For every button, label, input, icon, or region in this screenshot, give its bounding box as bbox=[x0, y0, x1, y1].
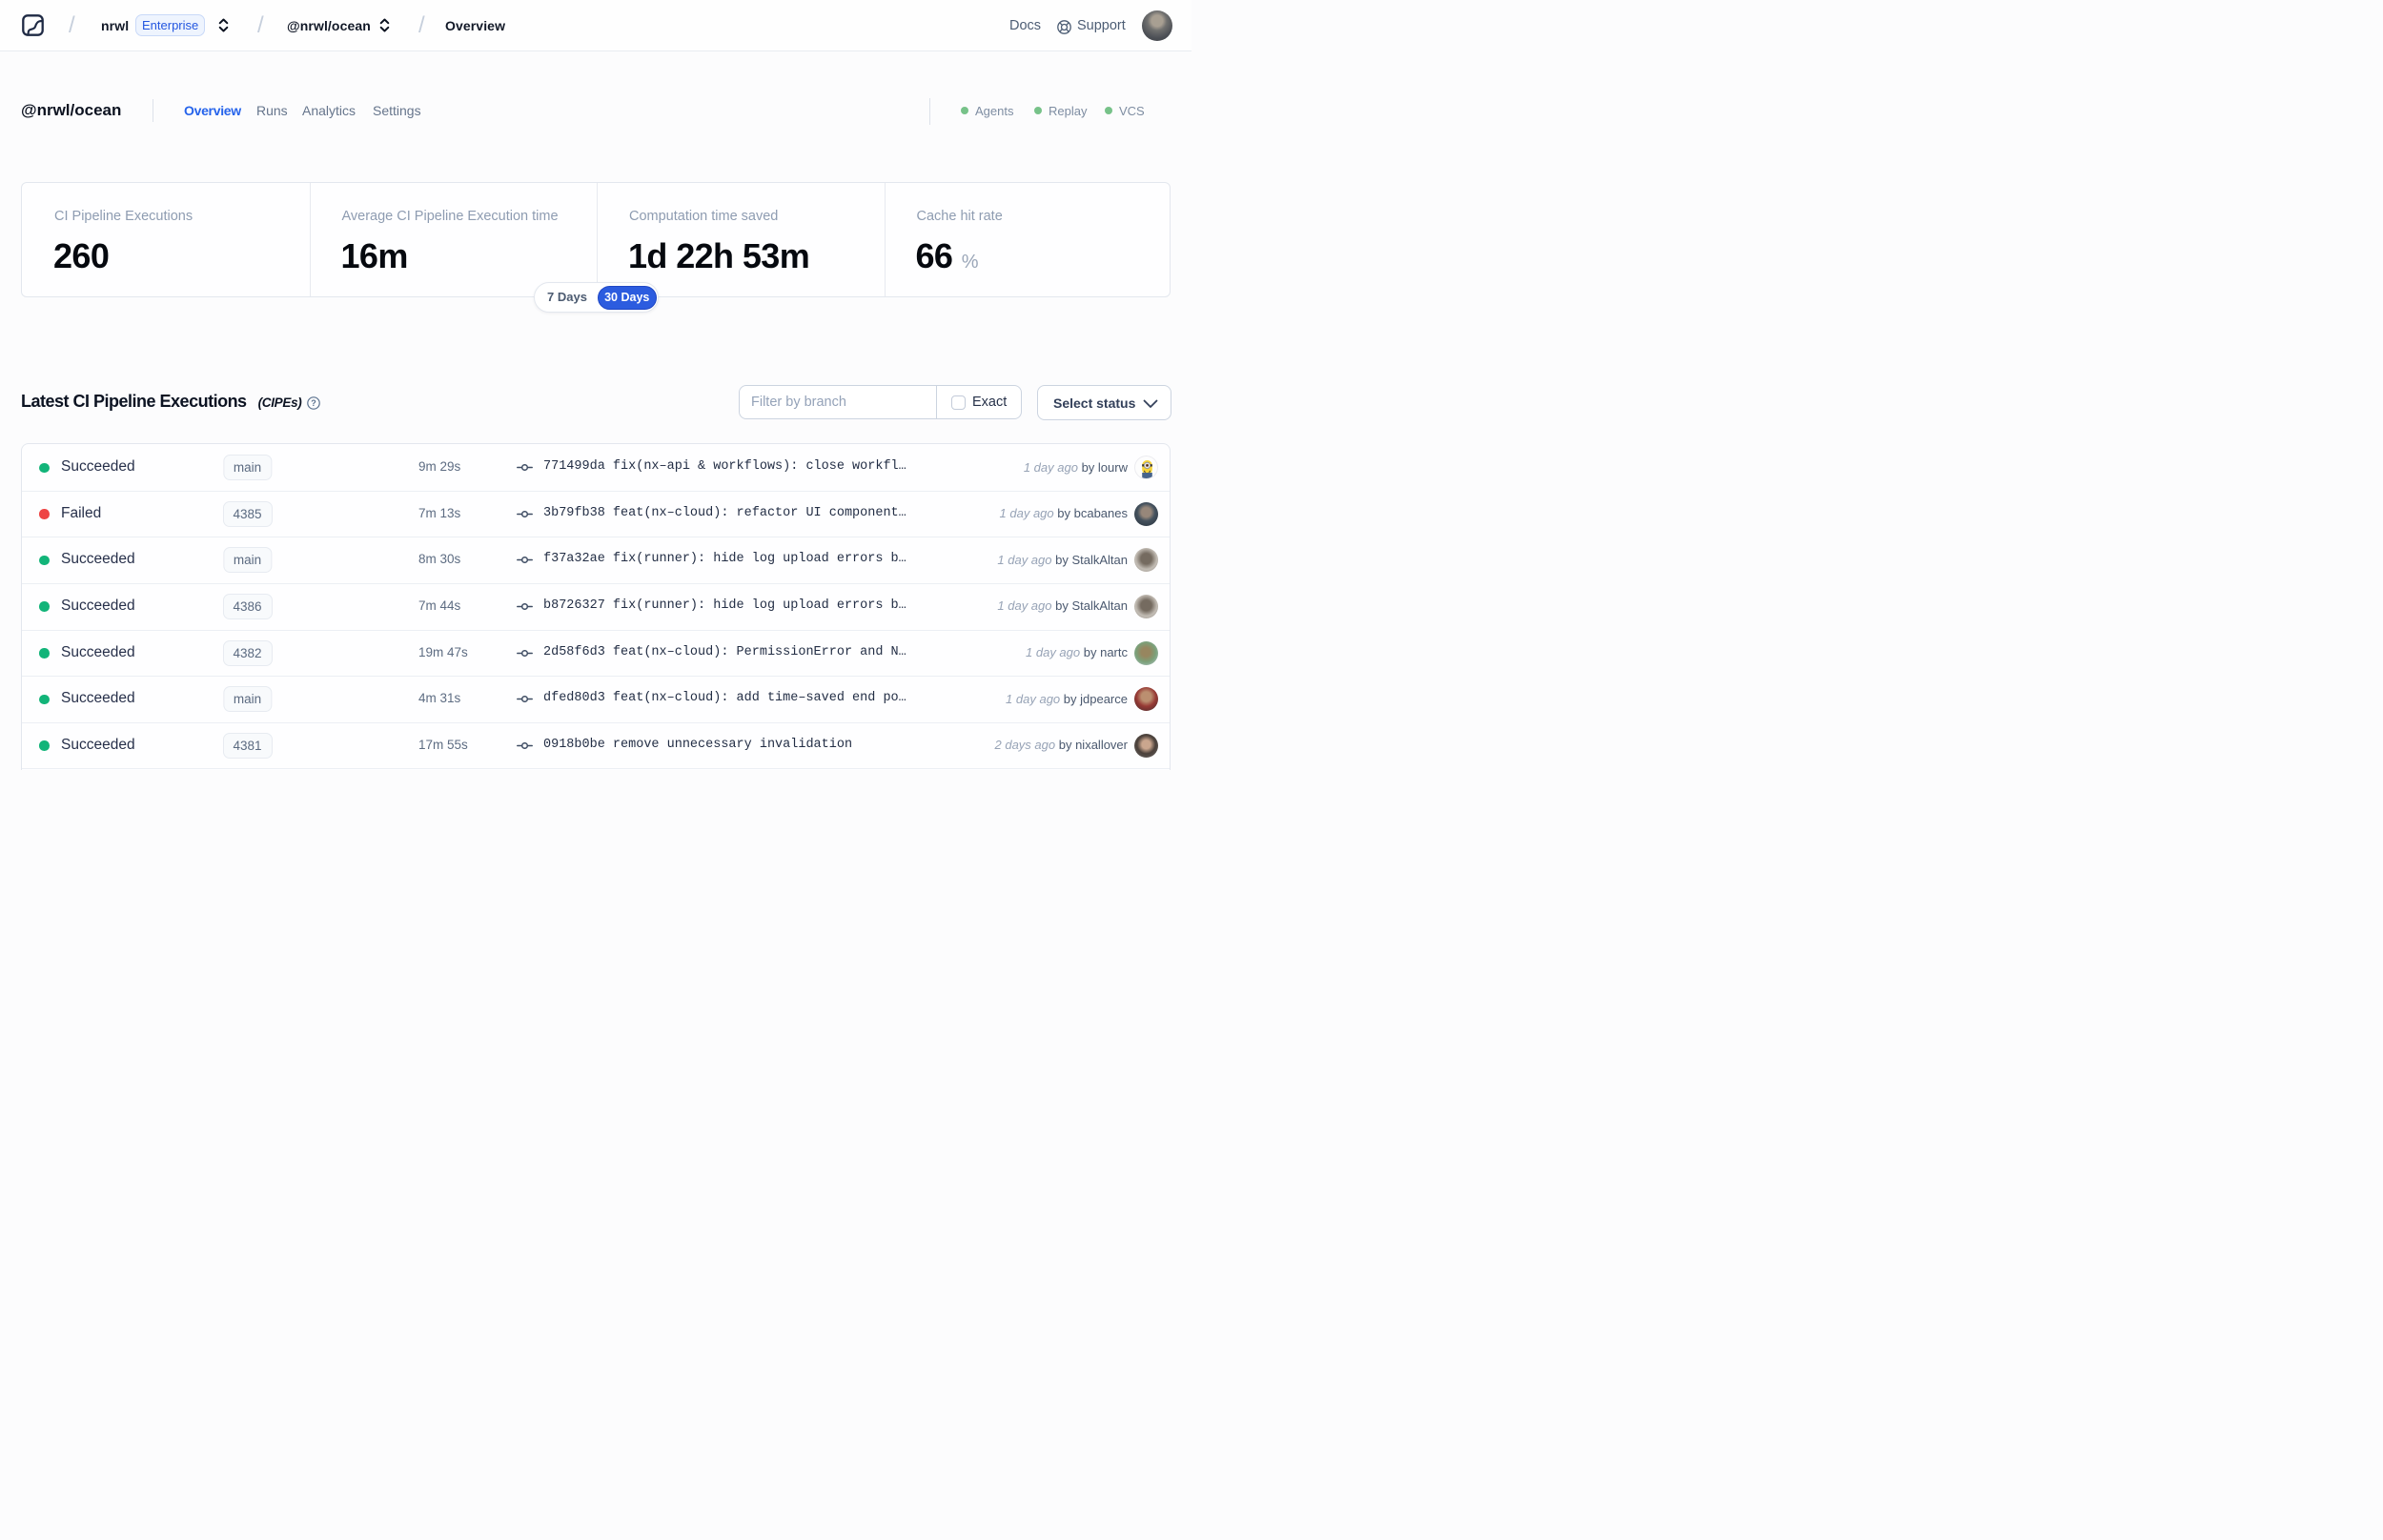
svg-text:?: ? bbox=[311, 398, 316, 408]
